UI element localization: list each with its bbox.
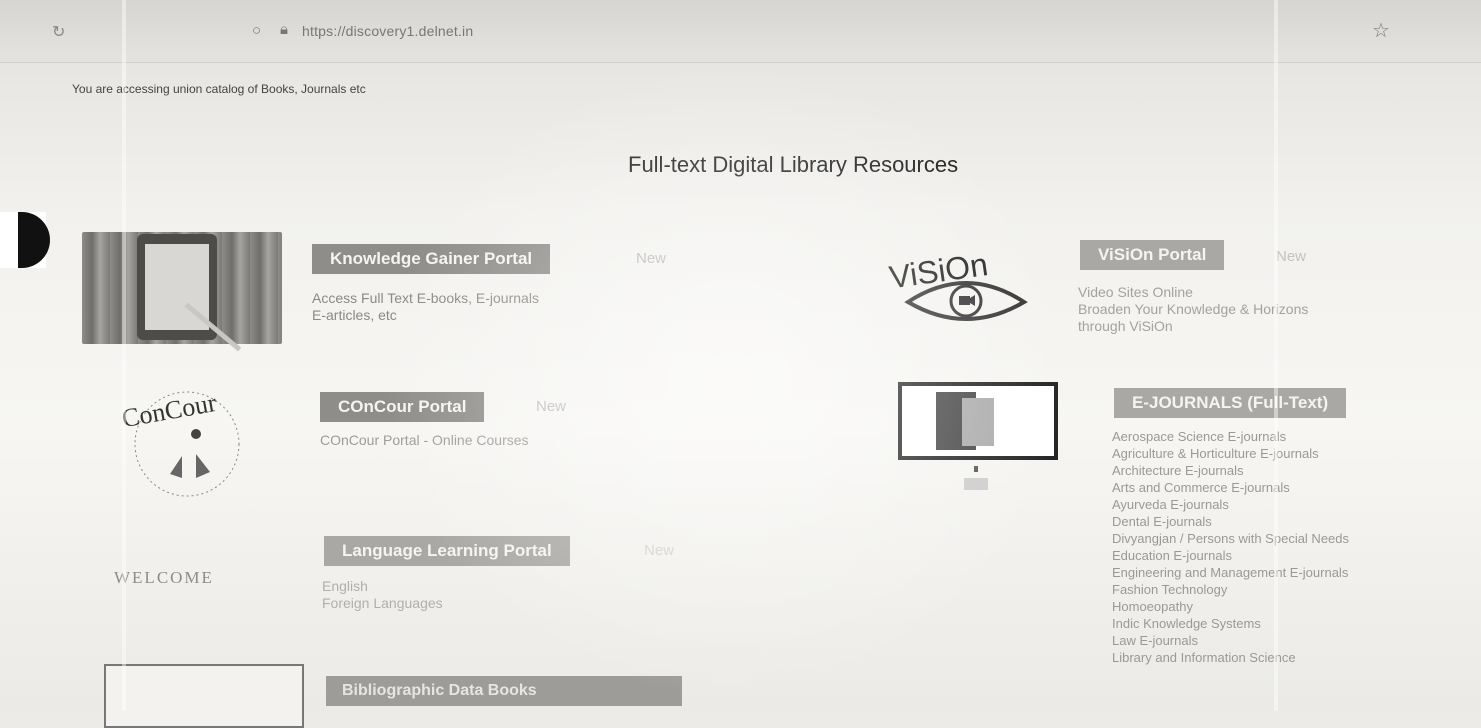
desc-line: E-articles, etc: [312, 307, 397, 323]
desc-line: Access Full Text E-books, E-journals: [312, 290, 539, 306]
star-icon[interactable]: ☆: [1372, 18, 1390, 43]
ejournals-list: Aerospace Science E-journals Agriculture…: [1112, 428, 1452, 666]
ejournal-item[interactable]: Indic Knowledge Systems: [1112, 615, 1452, 632]
ejournal-item[interactable]: Arts and Commerce E-journals: [1112, 479, 1452, 496]
browser-address-bar: ↻ ○ 🔒︎ https://discovery1.delnet.in ☆: [0, 0, 1481, 63]
desc-line: English: [322, 578, 368, 594]
concour-logo[interactable]: ConCour: [112, 382, 262, 498]
concour-portal-link[interactable]: COnCour Portal: [320, 392, 485, 422]
vision-logo[interactable]: ViSiOn: [886, 236, 1046, 336]
ejournal-item[interactable]: Agriculture & Horticulture E-journals: [1112, 445, 1452, 462]
scanline: [1274, 0, 1278, 711]
ejournal-item[interactable]: Law E-journals: [1112, 632, 1452, 649]
ejournal-item[interactable]: Homoeopathy: [1112, 598, 1452, 615]
ejournal-item[interactable]: Divyangjan / Persons with Special Needs: [1112, 530, 1452, 547]
monitor-dot: [974, 466, 978, 472]
page-title: Full-text Digital Library Resources: [628, 152, 959, 177]
logo-figure: [170, 454, 210, 478]
bibliographic-data-books-link[interactable]: Bibliographic Data Books: [326, 676, 682, 706]
new-badge: New: [536, 398, 567, 415]
ejournal-item[interactable]: Dental E-journals: [1112, 513, 1452, 530]
ebook-reader-image[interactable]: [82, 232, 282, 352]
language-desc: English Foreign Languages: [322, 578, 443, 612]
ejournal-item[interactable]: Engineering and Management E-journals: [1112, 564, 1452, 581]
welcome-text: WELCOME: [114, 568, 214, 587]
lock-icon[interactable]: 🔒︎: [280, 21, 288, 38]
ejournal-item[interactable]: Ayurveda E-journals: [1112, 496, 1452, 513]
ejournal-item[interactable]: Fashion Technology: [1112, 581, 1452, 598]
ejournals-link[interactable]: E-JOURNALS (Full-Text): [1114, 388, 1347, 418]
desc-line: Foreign Languages: [322, 595, 443, 611]
welcome-image[interactable]: WELCOME: [104, 534, 276, 638]
camera-icon: [959, 296, 970, 305]
screen: ↻ ○ 🔒︎ https://discovery1.delnet.in ☆ Yo…: [0, 0, 1481, 728]
monitor-image[interactable]: [898, 382, 1060, 492]
shield-icon[interactable]: ○: [252, 22, 261, 39]
left-edge-bullet: [0, 212, 50, 268]
ejournal-item[interactable]: Aerospace Science E-journals: [1112, 428, 1452, 445]
url-field[interactable]: https://discovery1.delnet.in: [302, 23, 473, 39]
knowledge-gainer-desc: Access Full Text E-books, E-journals E-a…: [312, 290, 539, 324]
ejournal-item[interactable]: Library and Information Science: [1112, 649, 1452, 666]
vision-portal-link[interactable]: ViSiOn Portal: [1080, 240, 1225, 270]
book-page: [962, 398, 994, 446]
bottom-badge-label: Bibliographic Data Books: [342, 682, 537, 699]
reload-icon[interactable]: ↻: [52, 22, 65, 42]
logo-dot: [191, 429, 201, 439]
new-badge: New: [636, 250, 667, 267]
ejournal-item[interactable]: Architecture E-journals: [1112, 462, 1452, 479]
ejournal-item[interactable]: Education E-journals: [1112, 547, 1452, 564]
language-learning-portal-link[interactable]: Language Learning Portal: [324, 536, 570, 566]
catalog-notice: You are accessing union catalog of Books…: [72, 82, 366, 96]
new-badge: New: [644, 542, 675, 559]
knowledge-gainer-portal-link[interactable]: Knowledge Gainer Portal: [312, 244, 551, 274]
document-thumbnail[interactable]: [104, 664, 304, 728]
camera-lens: [970, 295, 975, 306]
scanline: [122, 0, 126, 711]
concour-desc: COnCour Portal - Online Courses: [320, 432, 529, 448]
monitor-stand: [964, 478, 988, 490]
new-badge: New: [1276, 248, 1307, 265]
